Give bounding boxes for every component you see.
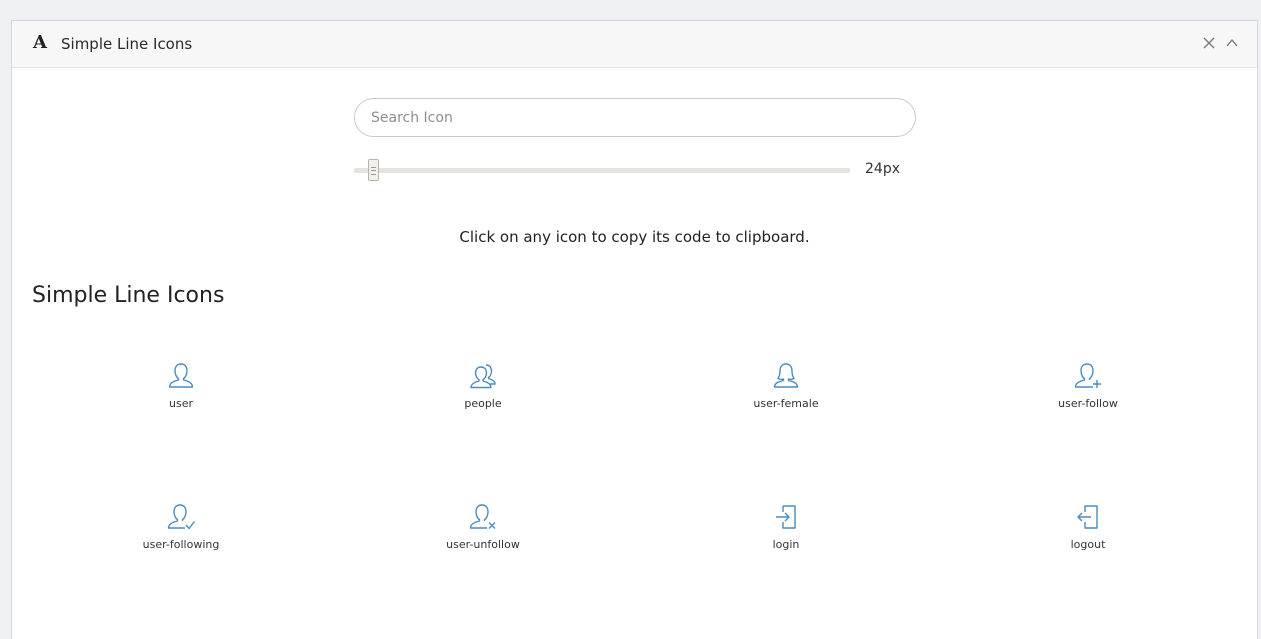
icon-tile-user-unfollow[interactable]: user-unfollow [383, 502, 583, 572]
icon-tile-people[interactable]: people [383, 361, 583, 431]
close-button[interactable] [1201, 34, 1217, 52]
icon-size-slider-handle[interactable] [368, 159, 379, 181]
section-title: Simple Line Icons [32, 283, 225, 308]
icon-label: user-unfollow [446, 538, 520, 551]
user-following-icon [167, 504, 196, 530]
icon-tile-user-following[interactable]: user-following [81, 502, 281, 572]
icon-label: user [169, 397, 193, 410]
copy-hint-text: Click on any icon to copy its code to cl… [459, 228, 810, 246]
icon-tile-user-follow[interactable]: user-follow [988, 361, 1188, 431]
login-icon [776, 505, 796, 529]
icon-size-value: 24px [865, 161, 900, 177]
icon-browser-panel: A Simple Line Icons 24px Click on any ic… [11, 20, 1258, 639]
icon-label: user-female [753, 397, 819, 410]
icon-tile-user-female[interactable]: user-female [686, 361, 886, 431]
icon-label: login [772, 538, 800, 551]
collapse-button[interactable] [1224, 34, 1240, 52]
icon-label: user-follow [1058, 397, 1118, 410]
logout-icon [1077, 505, 1098, 529]
app-logo-icon: A [33, 32, 47, 53]
close-icon [1203, 37, 1215, 49]
user-icon [168, 363, 194, 388]
icon-tile-login[interactable]: login [686, 502, 886, 572]
user-unfollow-icon [469, 504, 496, 529]
panel-title: Simple Line Icons [61, 35, 193, 53]
user-female-icon [773, 363, 799, 388]
icon-label: people [464, 397, 502, 410]
panel-titlebar: A Simple Line Icons [12, 21, 1257, 68]
icon-tile-user[interactable]: user [81, 361, 281, 431]
icon-label: user-following [142, 538, 220, 551]
icon-label: logout [1070, 538, 1106, 551]
search-input[interactable] [354, 98, 916, 137]
people-icon [470, 364, 496, 389]
icon-tile-logout[interactable]: logout [988, 502, 1188, 572]
icon-size-slider-track[interactable] [354, 168, 850, 173]
chevron-up-icon [1226, 38, 1238, 47]
user-follow-icon [1074, 363, 1101, 388]
